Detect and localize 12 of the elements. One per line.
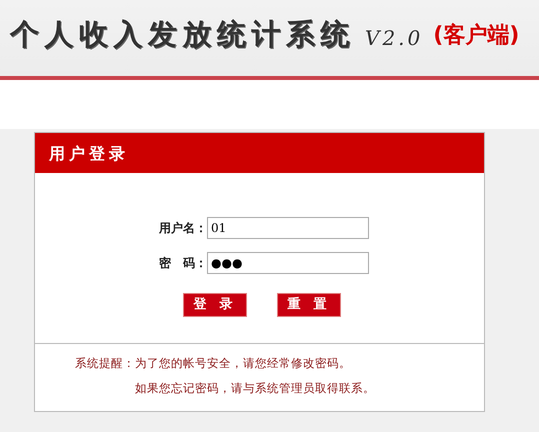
field-label: 用户名： [158,220,207,236]
notice-text: 系统提醒：为了您的帐号安全，请您经常修改密码。 [75,355,352,372]
version-label: V2.0 [365,25,424,52]
input-field[interactable]: 01 [207,216,369,238]
login-button[interactable]: 登 录 [183,293,247,317]
edition-label: (客户端) [433,22,520,50]
app-title: 个人收入发放统计系统 [10,16,355,54]
panel-header: 用户登录 [35,133,484,173]
notice-text: 如果您忘记密码，请与系统管理员取得联系。 [134,380,376,398]
input-field[interactable]: ●●● [207,252,369,274]
field-label: 密 码： [158,254,207,272]
reset-button[interactable]: 重 置 [277,293,341,317]
